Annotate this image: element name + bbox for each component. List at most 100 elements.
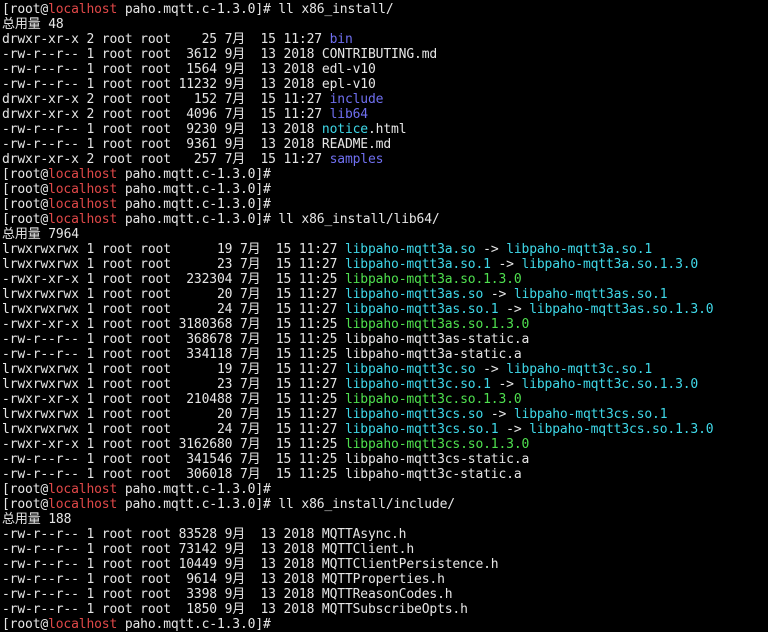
terminal-text: ->	[498, 302, 530, 317]
terminal-line: 总用量 7964	[2, 227, 768, 242]
terminal-text: [root@	[2, 182, 49, 197]
terminal-text: ->	[483, 407, 514, 422]
terminal-text: [root@	[2, 497, 49, 512]
terminal-line: drwxr-xr-x 2 root root 152 7月 15 11:27 i…	[2, 92, 768, 107]
terminal-text: -rwxr-xr-x 1 root root 3162680 7月 15 11:…	[2, 437, 345, 452]
terminal-text: [root@	[2, 197, 49, 212]
terminal-text: paho.mqtt.c-1.3.0]#	[117, 182, 271, 197]
terminal-line: -rw-r--r-- 1 root root 9361 9月 13 2018 R…	[2, 137, 768, 152]
executable-name: libpaho-mqtt3as.so.1.3.0	[344, 317, 530, 332]
terminal-line: lrwxrwxrwx 1 root root 20 7月 15 11:27 li…	[2, 407, 768, 422]
terminal-text: lrwxrwxrwx 1 root root 24 7月 15 11:27	[2, 302, 345, 317]
terminal-text: -rwxr-xr-x 1 root root 3180368 7月 15 11:…	[2, 317, 345, 332]
terminal-text: -rw-r--r-- 1 root root 1564 9月 13 2018 e…	[2, 62, 376, 77]
terminal-line: -rw-r--r-- 1 root root 306018 7月 15 11:2…	[2, 467, 768, 482]
directory-name: bin	[329, 32, 353, 47]
executable-name: libpaho-mqtt3cs.so.1.3.0	[344, 437, 530, 452]
terminal-text: drwxr-xr-x 2 root root 152 7月 15 11:27	[2, 92, 330, 107]
terminal-text: -rwxr-xr-x 1 root root 210488 7月 15 11:2…	[2, 392, 345, 407]
terminal-text: lrwxrwxrwx 1 root root 19 7月 15 11:27	[2, 362, 345, 377]
terminal-line: drwxr-xr-x 2 root root 257 7月 15 11:27 s…	[2, 152, 768, 167]
symlink-name: libpaho-mqtt3as.so.1	[513, 287, 668, 302]
terminal-text: ->	[490, 377, 522, 392]
directory-name: samples	[329, 152, 384, 167]
symlink-name: libpaho-mqtt3c.so.1	[344, 377, 491, 392]
terminal-text: lrwxrwxrwx 1 root root 23 7月 15 11:27	[2, 257, 345, 272]
executable-name: libpaho-mqtt3a.so.1.3.0	[344, 272, 522, 287]
terminal-line: -rw-r--r-- 1 root root 1564 9月 13 2018 e…	[2, 62, 768, 77]
terminal-text: paho.mqtt.c-1.3.0]#	[117, 617, 271, 632]
terminal-text: -rw-r--r-- 1 root root 11232 9月 13 2018 …	[2, 77, 376, 92]
terminal-text: drwxr-xr-x 2 root root 257 7月 15 11:27	[2, 152, 330, 167]
terminal-line: 总用量 48	[2, 17, 768, 32]
terminal-text: paho.mqtt.c-1.3.0]# ll x86_install/	[117, 2, 394, 17]
terminal-line: -rw-r--r-- 1 root root 9614 9月 13 2018 M…	[2, 572, 768, 587]
directory-name: lib64	[329, 107, 369, 122]
terminal-line: lrwxrwxrwx 1 root root 23 7月 15 11:27 li…	[2, 257, 768, 272]
terminal-text: [root@	[2, 2, 49, 17]
terminal-line: -rwxr-xr-x 1 root root 210488 7月 15 11:2…	[2, 392, 768, 407]
terminal-line: [root@localhost paho.mqtt.c-1.3.0]#	[2, 617, 768, 632]
terminal-text: -rw-r--r-- 1 root root 341546 7月 15 11:2…	[2, 452, 530, 467]
terminal-text: lrwxrwxrwx 1 root root 20 7月 15 11:27	[2, 287, 345, 302]
terminal-text: 总用量 188	[2, 512, 72, 527]
terminal-line: -rw-r--r-- 1 root root 11232 9月 13 2018 …	[2, 77, 768, 92]
terminal-text: ->	[475, 362, 507, 377]
terminal-line: -rwxr-xr-x 1 root root 3162680 7月 15 11:…	[2, 437, 768, 452]
symlink-name: libpaho-mqtt3a.so.1	[344, 257, 491, 272]
terminal-text: -rw-r--r-- 1 root root 9361 9月 13 2018 R…	[2, 137, 392, 152]
terminal-line: lrwxrwxrwx 1 root root 24 7月 15 11:27 li…	[2, 422, 768, 437]
symlink-name: libpaho-mqtt3cs.so	[344, 407, 484, 422]
symlink-name: libpaho-mqtt3a.so.1	[506, 242, 653, 257]
terminal-text: [root@	[2, 212, 49, 227]
terminal-text: -rw-r--r-- 1 root root 368678 7月 15 11:2…	[2, 332, 530, 347]
terminal-text: -rw-r--r-- 1 root root 306018 7月 15 11:2…	[2, 467, 522, 482]
terminal-text: ->	[483, 287, 514, 302]
terminal-line: lrwxrwxrwx 1 root root 24 7月 15 11:27 li…	[2, 302, 768, 317]
terminal-line: [root@localhost paho.mqtt.c-1.3.0]#	[2, 197, 768, 212]
terminal-text: lrwxrwxrwx 1 root root 20 7月 15 11:27	[2, 407, 345, 422]
terminal-line: [root@localhost paho.mqtt.c-1.3.0]#	[2, 482, 768, 497]
symlink-name: libpaho-mqtt3c.so	[344, 362, 476, 377]
symlink-name: libpaho-mqtt3a.so.1.3.0	[521, 257, 699, 272]
prompt-hostname: localhost	[48, 182, 118, 197]
terminal-window[interactable]: [root@localhost paho.mqtt.c-1.3.0]# ll x…	[0, 0, 768, 632]
terminal-line: -rwxr-xr-x 1 root root 3180368 7月 15 11:…	[2, 317, 768, 332]
terminal-line: [root@localhost paho.mqtt.c-1.3.0]#	[2, 167, 768, 182]
terminal-text: lrwxrwxrwx 1 root root 19 7月 15 11:27	[2, 242, 345, 257]
terminal-line: -rw-r--r-- 1 root root 368678 7月 15 11:2…	[2, 332, 768, 347]
terminal-text: -rw-r--r-- 1 root root 9230 9月 13 2018	[2, 122, 322, 137]
terminal-line: 总用量 188	[2, 512, 768, 527]
terminal-text: ->	[498, 422, 530, 437]
terminal-line: -rw-r--r-- 1 root root 73142 9月 13 2018 …	[2, 542, 768, 557]
terminal-text: -rw-r--r-- 1 root root 73142 9月 13 2018 …	[2, 542, 415, 557]
terminal-line: -rw-r--r-- 1 root root 9230 9月 13 2018 n…	[2, 122, 768, 137]
terminal-line: lrwxrwxrwx 1 root root 23 7月 15 11:27 li…	[2, 377, 768, 392]
symlink-name: libpaho-mqtt3cs.so.1	[344, 422, 499, 437]
symlink-name: libpaho-mqtt3cs.so.1	[513, 407, 668, 422]
terminal-text: ->	[490, 257, 522, 272]
terminal-text: drwxr-xr-x 2 root root 4096 7月 15 11:27	[2, 107, 330, 122]
terminal-text: -rw-r--r-- 1 root root 334118 7月 15 11:2…	[2, 347, 522, 362]
terminal-line: -rwxr-xr-x 1 root root 232304 7月 15 11:2…	[2, 272, 768, 287]
symlink-name: libpaho-mqtt3c.so.1.3.0	[521, 377, 699, 392]
terminal-line: lrwxrwxrwx 1 root root 19 7月 15 11:27 li…	[2, 362, 768, 377]
terminal-line: [root@localhost paho.mqtt.c-1.3.0]#	[2, 182, 768, 197]
symlink-name: libpaho-mqtt3a.so	[344, 242, 476, 257]
terminal-text: paho.mqtt.c-1.3.0]# ll x86_install/inclu…	[117, 497, 455, 512]
terminal-text: 总用量 48	[2, 17, 64, 32]
terminal-line: lrwxrwxrwx 1 root root 19 7月 15 11:27 li…	[2, 242, 768, 257]
symlink-name: libpaho-mqtt3c.so.1	[506, 362, 653, 377]
terminal-line: -rw-r--r-- 1 root root 1850 9月 13 2018 M…	[2, 602, 768, 617]
terminal-text: -rw-r--r-- 1 root root 1850 9月 13 2018 M…	[2, 602, 468, 617]
terminal-line: -rw-r--r-- 1 root root 334118 7月 15 11:2…	[2, 347, 768, 362]
terminal-line: -rw-r--r-- 1 root root 3398 9月 13 2018 M…	[2, 587, 768, 602]
symlink-name: libpaho-mqtt3as.so.1.3.0	[529, 302, 714, 317]
terminal-text: [root@	[2, 482, 49, 497]
terminal-line: -rw-r--r-- 1 root root 341546 7月 15 11:2…	[2, 452, 768, 467]
symlink-name: libpaho-mqtt3cs.so.1.3.0	[529, 422, 714, 437]
terminal-text: -rw-r--r-- 1 root root 9614 9月 13 2018 M…	[2, 572, 445, 587]
symlink-name: libpaho-mqtt3as.so.1	[344, 302, 499, 317]
terminal-line: -rw-r--r-- 1 root root 83528 9月 13 2018 …	[2, 527, 768, 542]
prompt-hostname: localhost	[48, 2, 118, 17]
